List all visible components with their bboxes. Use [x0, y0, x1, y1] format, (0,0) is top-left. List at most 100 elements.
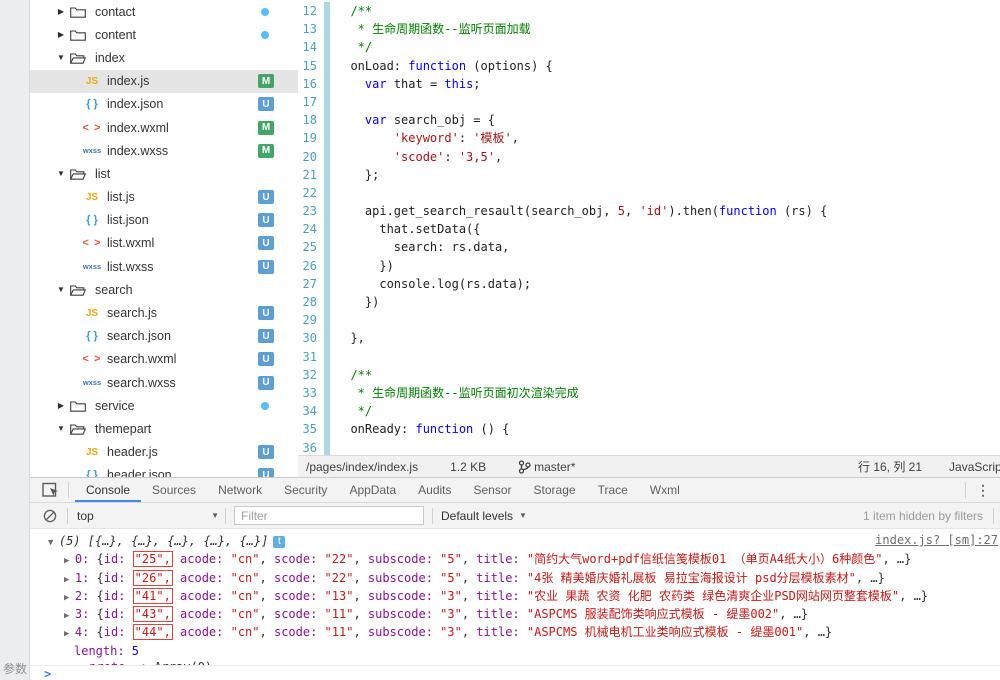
devtools-tab-console[interactable]: Console [75, 478, 141, 502]
expand-arrow-icon[interactable]: ▶ [64, 575, 75, 585]
tree-item-label: search [95, 283, 133, 297]
line-number: 36 [298, 439, 322, 457]
devtools-tab-security[interactable]: Security [273, 478, 338, 502]
console-source-link[interactable]: index.js? [sm]:27 [875, 533, 998, 547]
code-line[interactable]: 16 var that = this; [298, 75, 1000, 93]
tree-item-content[interactable]: ▶ content [30, 23, 298, 46]
console-filter-input[interactable] [234, 506, 424, 525]
tree-item-list.js[interactable]: JSlist.jsU [30, 186, 298, 209]
tree-item-header.js[interactable]: JSheader.jsU [30, 441, 298, 464]
context-selector[interactable]: top ▼ [77, 509, 219, 523]
expand-arrow-icon[interactable]: ▶ [64, 611, 75, 621]
tree-item-label: index.js [107, 74, 149, 88]
code-line[interactable]: 22 [298, 184, 1000, 202]
devtools-tab-sensor[interactable]: Sensor [463, 478, 523, 502]
collapse-arrow-icon[interactable]: ▼ [54, 169, 68, 178]
console-toolbar: top ▼ Default levels ▼ 1 item hidden by … [30, 503, 1000, 529]
code-line[interactable]: 29 [298, 311, 1000, 329]
tree-item-index.wxss[interactable]: wxssindex.wxssM [30, 139, 298, 162]
code-line[interactable]: 21 }; [298, 166, 1000, 184]
expand-arrow-icon[interactable]: ▶ [54, 30, 68, 39]
devtools-tab-storage[interactable]: Storage [523, 478, 587, 502]
code-line[interactable]: 18 var search_obj = { [298, 111, 1000, 129]
tree-item-index.js[interactable]: JSindex.jsM [30, 70, 298, 93]
tree-item-themepart[interactable]: ▼themepart [30, 417, 298, 440]
tree-item-search[interactable]: ▼ search [30, 278, 298, 301]
expand-arrow-icon[interactable]: ▶ [64, 664, 75, 665]
devtools-tab-sources[interactable]: Sources [141, 478, 207, 502]
tree-item-header.json[interactable]: { }header.jsonU [30, 464, 298, 477]
code-line[interactable]: 13 * 生命周期函数--监听页面加载 [298, 20, 1000, 38]
code-line[interactable]: 15 onLoad: function (options) { [298, 57, 1000, 75]
language-mode[interactable]: JavaScript [949, 460, 1000, 474]
code-line[interactable]: 20 'scode': '3,5', [298, 148, 1000, 166]
tree-item-search.js[interactable]: JSsearch.jsU [30, 301, 298, 324]
devtools-tab-network[interactable]: Network [207, 478, 273, 502]
console-row[interactable]: ▶ 1: {id: "26", acode: "cn", scode: "22"… [30, 570, 1000, 588]
code-line[interactable]: 28 }) [298, 293, 1000, 311]
code-line[interactable]: 25 search: rs.data, [298, 238, 1000, 256]
code-text: var search_obj = { [330, 111, 495, 129]
js-file-icon: JS [80, 192, 104, 203]
console-row[interactable]: ▶ 4: {id: "44", acode: "cn", scode: "11"… [30, 624, 1000, 642]
code-line[interactable]: 12 /** [298, 2, 1000, 20]
tree-item-search.wxml[interactable]: < >search.wxmlU [30, 348, 298, 371]
tree-item-search.wxss[interactable]: wxsssearch.wxssU [30, 371, 298, 394]
code-line[interactable]: 26 }) [298, 257, 1000, 275]
tree-item-list[interactable]: ▼list [30, 162, 298, 185]
code-line[interactable]: 19 'keyword': '模板', [298, 129, 1000, 147]
tree-item-service[interactable]: ▶service [30, 394, 298, 417]
inspect-element-icon[interactable] [42, 482, 60, 498]
console-row[interactable]: ▶ 3: {id: "43", acode: "cn", scode: "11"… [30, 606, 1000, 624]
devtools-tab-trace[interactable]: Trace [587, 478, 639, 502]
tree-item-search.json[interactable]: { }search.jsonU [30, 325, 298, 348]
code-line[interactable]: 35 onReady: function () { [298, 420, 1000, 438]
console-row[interactable]: ▶ 2: {id: "41", acode: "cn", scode: "13"… [30, 588, 1000, 606]
code-line[interactable]: 27 console.log(rs.data); [298, 275, 1000, 293]
console-row[interactable]: ▶ 0: {id: "25", acode: "cn", scode: "22"… [30, 551, 1000, 569]
code-line[interactable]: 14 */ [298, 38, 1000, 56]
expand-arrow-icon[interactable]: ▶ [64, 556, 75, 566]
code-line[interactable]: 32 /** [298, 366, 1000, 384]
params-panel-tab[interactable]: 参数 [3, 660, 27, 677]
console-prompt[interactable]: > [30, 665, 1000, 680]
git-branch[interactable]: master* [518, 460, 575, 474]
expand-arrow-icon[interactable]: ▶ [64, 593, 75, 603]
unsaved-dot [261, 8, 269, 16]
devtools-menu-icon[interactable]: ⋮ [976, 482, 990, 499]
tree-item-list.wxml[interactable]: < >list.wxmlU [30, 232, 298, 255]
code-line[interactable]: 36 [298, 439, 1000, 457]
collapse-arrow-icon[interactable]: ▼ [48, 538, 59, 548]
expand-arrow-icon[interactable]: ▶ [64, 629, 75, 639]
devtools-tab-audits[interactable]: Audits [407, 478, 462, 502]
collapse-arrow-icon[interactable]: ▼ [54, 53, 68, 62]
tree-item-list.json[interactable]: { }list.jsonU [30, 209, 298, 232]
clear-console-icon[interactable] [43, 509, 57, 523]
code-line[interactable]: 33 * 生命周期函数--监听页面初次渲染完成 [298, 384, 1000, 402]
console-proto-row[interactable]: ▶ __proto__: Array(0) [30, 659, 1000, 665]
collapse-arrow-icon[interactable]: ▼ [54, 285, 68, 294]
tree-item-list.wxss[interactable]: wxsslist.wxssU [30, 255, 298, 278]
tree-item-index.wxml[interactable]: < >index.wxmlM [30, 116, 298, 139]
console-array-preview[interactable]: ▼ (5) [{…}, {…}, {…}, {…}, {…}]t [30, 533, 1000, 551]
code-line[interactable]: 24 that.setData({ [298, 220, 1000, 238]
tree-item-index[interactable]: ▼index [30, 46, 298, 69]
code-line[interactable]: 30 }, [298, 329, 1000, 347]
json-file-icon: { } [80, 330, 104, 342]
expand-arrow-icon[interactable]: ▶ [54, 7, 68, 16]
devtools-tab-wxml[interactable]: Wxml [639, 478, 691, 502]
code-line[interactable]: 17 [298, 93, 1000, 111]
expand-arrow-icon[interactable]: ▶ [54, 401, 68, 410]
cursor-position[interactable]: 行 16, 列 21 [858, 458, 922, 475]
code-editor[interactable]: 12 /**13 * 生命周期函数--监听页面加载14 */15 onLoad:… [298, 0, 1000, 477]
collapse-arrow-icon[interactable]: ▼ [54, 424, 68, 433]
code-text: that.setData({ [330, 220, 481, 238]
code-line[interactable]: 34 */ [298, 402, 1000, 420]
tree-item-index.json[interactable]: { }index.jsonU [30, 93, 298, 116]
log-levels-selector[interactable]: Default levels ▼ [441, 509, 527, 523]
code-line[interactable]: 23 api.get_search_resault(search_obj, 5,… [298, 202, 1000, 220]
tree-item-contact[interactable]: ▶contact [30, 0, 298, 23]
code-line[interactable]: 31 [298, 348, 1000, 366]
devtools-tab-appdata[interactable]: AppData [338, 478, 407, 502]
tree-item-label: content [95, 28, 136, 42]
